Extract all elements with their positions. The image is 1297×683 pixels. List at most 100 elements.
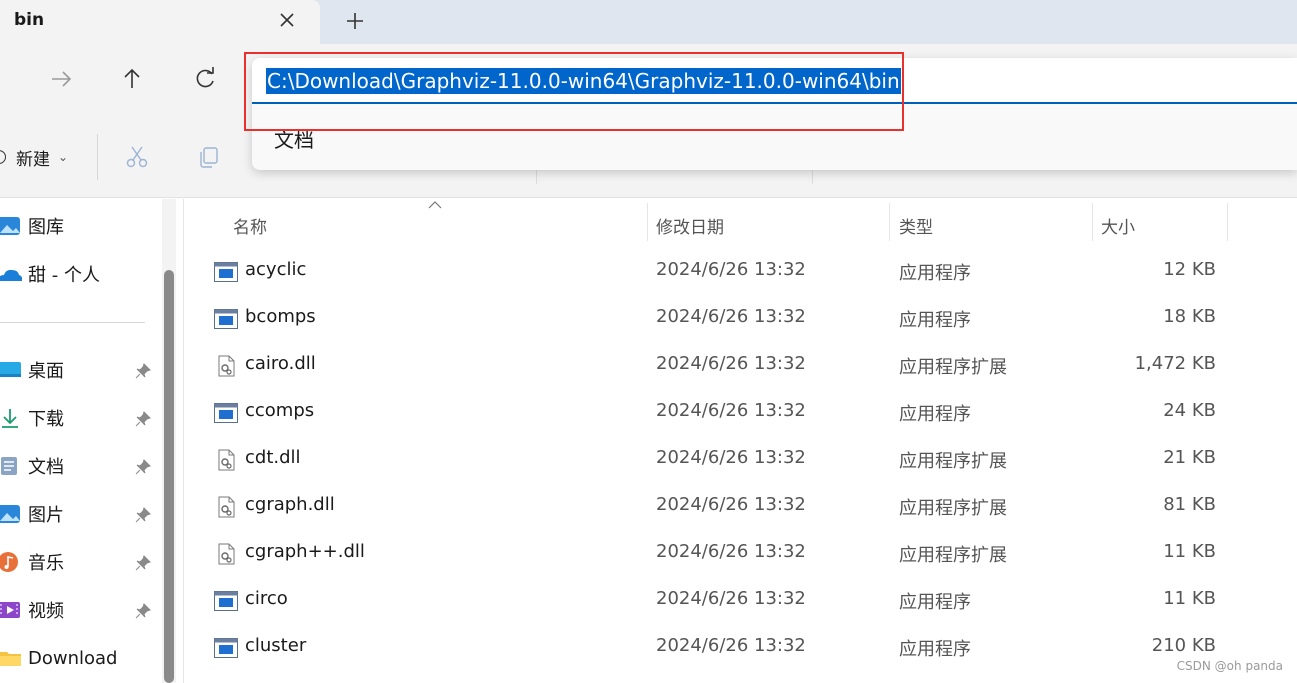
forward-icon[interactable] (46, 64, 76, 94)
column-divider[interactable] (889, 203, 890, 241)
file-modified-date: 2024/6/26 13:32 (656, 400, 806, 421)
column-divider[interactable] (1092, 203, 1093, 241)
file-name: cdt.dll (245, 447, 301, 468)
file-row[interactable]: ccomps 2024/6/26 13:32 应用程序 24 KB (184, 389, 1297, 436)
download-icon (0, 407, 22, 429)
file-size: 210 KB (1151, 635, 1216, 656)
file-row[interactable]: cdt.dll 2024/6/26 13:32 应用程序扩展 21 KB (184, 436, 1297, 483)
sidebar-divider (0, 322, 145, 323)
file-type: 应用程序 (899, 639, 971, 660)
file-name: cairo.dll (245, 353, 316, 374)
onedrive-icon (0, 263, 22, 285)
sidebar-scrollbar-thumb[interactable] (164, 270, 174, 683)
sidebar-item-label: 图片 (28, 505, 64, 526)
dll-icon (214, 496, 238, 518)
new-button-label: 新建 (16, 149, 50, 170)
music-icon (0, 551, 22, 573)
file-size: 81 KB (1163, 494, 1216, 515)
file-row[interactable]: cluster 2024/6/26 13:32 应用程序 210 KB (184, 624, 1297, 671)
sidebar-item-desktop[interactable]: 桌面 (0, 352, 162, 388)
tab-bin[interactable]: bin (0, 0, 320, 44)
sidebar-item-videos[interactable]: 视频 (0, 592, 162, 628)
tab-title: bin (14, 10, 45, 30)
exe-icon (214, 261, 238, 283)
file-size: 1,472 KB (1134, 353, 1216, 374)
column-divider[interactable] (1227, 203, 1228, 241)
address-input[interactable]: C:\Download\Graphviz-11.0.0-win64\Graphv… (252, 58, 1297, 104)
close-icon[interactable] (276, 9, 298, 31)
new-button[interactable]: 新建 ⌄ (0, 142, 68, 172)
watermark-text: CSDN @oh panda (1176, 659, 1283, 673)
file-row[interactable]: cgraph++.dll 2024/6/26 13:32 应用程序扩展 11 KB (184, 530, 1297, 577)
file-size: 11 KB (1163, 541, 1216, 562)
toolbar-divider (97, 134, 98, 180)
sidebar-item-label: 图库 (28, 217, 64, 238)
file-modified-date: 2024/6/26 13:32 (656, 588, 806, 609)
file-modified-date: 2024/6/26 13:32 (656, 541, 806, 562)
videos-icon (0, 599, 22, 621)
dll-icon (214, 543, 238, 565)
file-name: ccomps (245, 400, 315, 421)
documents-icon (0, 455, 22, 477)
pin-icon[interactable] (134, 602, 152, 620)
file-name: circo (245, 588, 288, 609)
sidebar-item-pictures[interactable]: 图片 (0, 496, 162, 532)
file-type: 应用程序 (899, 263, 971, 284)
sidebar-item-label: 桌面 (28, 361, 64, 382)
dll-icon (214, 449, 238, 471)
new-tab-icon[interactable] (342, 8, 368, 34)
pin-icon[interactable] (134, 506, 152, 524)
file-size: 18 KB (1163, 306, 1216, 327)
file-modified-date: 2024/6/26 13:32 (656, 494, 806, 515)
cut-icon[interactable] (124, 144, 150, 170)
exe-icon (214, 590, 238, 612)
file-size: 11 KB (1163, 588, 1216, 609)
folder-icon (0, 647, 22, 669)
refresh-icon[interactable] (190, 64, 220, 94)
file-row[interactable]: bcomps 2024/6/26 13:32 应用程序 18 KB (184, 295, 1297, 342)
copy-icon[interactable] (196, 144, 222, 170)
gallery-icon (0, 215, 22, 237)
sidebar-item-gallery[interactable]: 图库 (0, 208, 162, 244)
up-icon[interactable] (117, 64, 147, 94)
chevron-down-icon: ⌄ (58, 150, 69, 164)
pin-icon[interactable] (134, 554, 152, 572)
column-header-type[interactable]: 类型 (899, 213, 933, 238)
file-row[interactable]: cairo.dll 2024/6/26 13:32 应用程序扩展 1,472 KB (184, 342, 1297, 389)
tab-strip: bin (0, 0, 1297, 44)
file-type: 应用程序 (899, 310, 971, 331)
file-list: 名称 修改日期 类型 大小 acyclic 2024/6/26 13:32 应用程序… (184, 199, 1297, 683)
file-size: 24 KB (1163, 400, 1216, 421)
sidebar-item-downloads[interactable]: 下载 (0, 400, 162, 436)
file-row[interactable]: acyclic 2024/6/26 13:32 应用程序 12 KB (184, 248, 1297, 295)
sidebar-item-label: 音乐 (28, 553, 64, 574)
column-divider[interactable] (647, 203, 648, 241)
file-modified-date: 2024/6/26 13:32 (656, 306, 806, 327)
pin-icon[interactable] (134, 458, 152, 476)
sidebar-item-music[interactable]: 音乐 (0, 544, 162, 580)
exe-icon (214, 637, 238, 659)
sidebar-item-onedrive[interactable]: 甜 - 个人 (0, 256, 162, 292)
file-modified-date: 2024/6/26 13:32 (656, 353, 806, 374)
file-name: cgraph.dll (245, 494, 335, 515)
address-suggestion-item[interactable]: 文档 (274, 124, 314, 153)
file-type: 应用程序扩展 (899, 498, 1007, 519)
address-path-text[interactable]: C:\Download\Graphviz-11.0.0-win64\Graphv… (266, 68, 901, 94)
column-header-size[interactable]: 大小 (1101, 213, 1135, 238)
sidebar-item-documents[interactable]: 文档 (0, 448, 162, 484)
pin-icon[interactable] (134, 362, 152, 380)
sidebar-item-label: 视频 (28, 601, 64, 622)
file-row[interactable]: circo 2024/6/26 13:32 应用程序 11 KB (184, 577, 1297, 624)
file-type: 应用程序扩展 (899, 451, 1007, 472)
file-row[interactable]: cgraph.dll 2024/6/26 13:32 应用程序扩展 81 KB (184, 483, 1297, 530)
desktop-icon (0, 359, 22, 381)
file-name: acyclic (245, 259, 307, 280)
sidebar-item-download-folder[interactable]: Download (0, 640, 162, 676)
column-header-name[interactable]: 名称 (233, 213, 267, 238)
sidebar-item-label: 文档 (28, 457, 64, 478)
file-type: 应用程序 (899, 592, 971, 613)
new-icon (0, 142, 14, 172)
pin-icon[interactable] (134, 410, 152, 428)
sidebar-item-label: Download (28, 647, 118, 669)
column-header-modified[interactable]: 修改日期 (656, 213, 724, 238)
